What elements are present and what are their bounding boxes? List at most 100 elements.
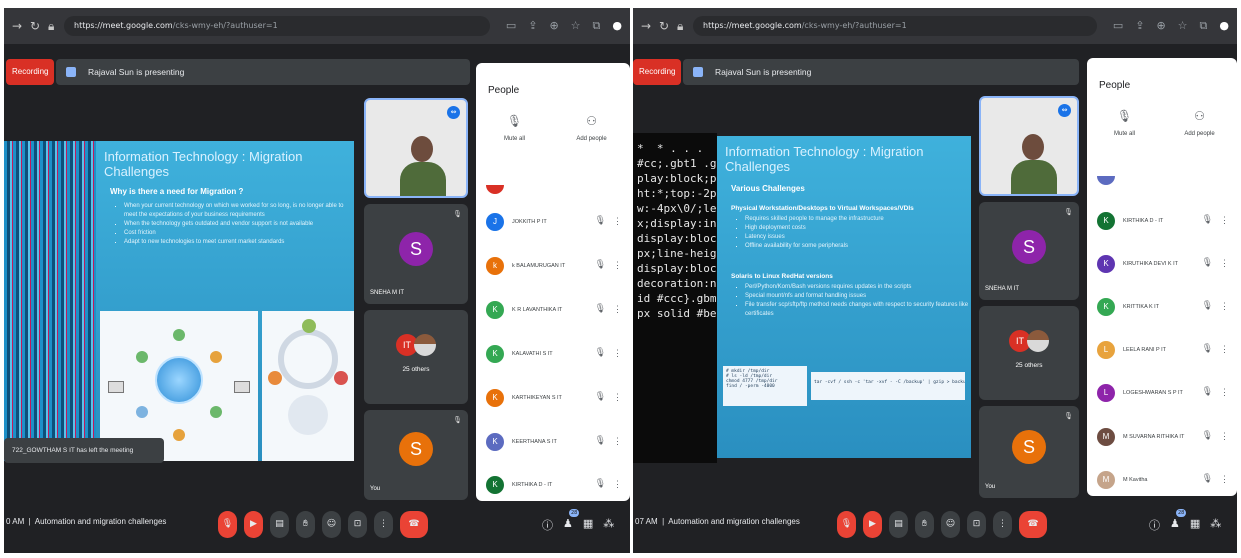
more-options-icon[interactable]: ⋮ — [613, 304, 622, 315]
participant-row[interactable]: J JOKKITH P IT 🎙︎ ⋮ — [486, 213, 624, 235]
more-options-icon[interactable]: ⋮ — [613, 348, 622, 359]
end-call-icon[interactable]: ☎ — [400, 511, 428, 538]
participant-row[interactable]: L LOGESHWARAN S P IT 🎙︎ ⋮ — [1097, 384, 1231, 406]
mic-off-icon[interactable]: 🎙︎ — [595, 479, 606, 489]
more-options-icon[interactable]: ⋮ — [1220, 258, 1229, 269]
chat-icon[interactable]: ▦ — [1190, 517, 1200, 533]
forward-icon[interactable]: → — [12, 19, 22, 33]
participant-row[interactable]: K KRITTIKA K IT 🎙︎ ⋮ — [1097, 298, 1231, 320]
participant-row[interactable]: K K R LAVANTHIKA IT 🎙︎ ⋮ — [486, 301, 624, 323]
participant-row[interactable]: K KIRTHIKA D - IT 🎙︎ ⋮ — [1097, 212, 1231, 234]
present-screen-icon[interactable]: ⊡ — [967, 511, 986, 538]
participant-tile-sneha[interactable]: 🎙︎ S SNEHA M IT — [979, 202, 1079, 300]
others-tile[interactable]: IT 25 others — [979, 306, 1079, 400]
mic-off-icon[interactable]: 🎙︎ — [1202, 301, 1213, 311]
emoji-icon[interactable]: ☺ — [322, 511, 341, 538]
address-bar[interactable]: https://meet.google.com/cks-wmy-eh/?auth… — [693, 16, 1097, 36]
more-options-icon[interactable]: ⋮ — [613, 216, 622, 227]
lock-icon[interactable]: 🔒︎ — [48, 19, 54, 34]
participant-row[interactable]: K KARTHIKEYAN S IT 🎙︎ ⋮ — [486, 389, 624, 411]
mic-off-icon[interactable]: 🎙︎ — [1202, 215, 1213, 225]
present-screen-icon[interactable]: ⊡ — [348, 511, 367, 538]
end-call-icon[interactable]: ☎ — [1019, 511, 1047, 538]
people-icon[interactable]: ♟ 28 — [563, 509, 580, 533]
self-tile[interactable]: 🎙︎ S You — [364, 410, 468, 500]
more-options-icon[interactable]: ⋮ — [613, 260, 622, 271]
zoom-icon[interactable]: ⊕ — [549, 19, 558, 33]
mic-off-icon[interactable]: 🎙︎ — [595, 260, 606, 270]
lock-icon[interactable]: 🔒︎ — [677, 19, 683, 34]
forward-icon[interactable]: → — [641, 19, 651, 33]
pin-icon[interactable]: ⇔ — [1058, 104, 1071, 117]
more-options-icon[interactable]: ⋮ — [1220, 344, 1229, 355]
participant-row[interactable]: K KIRUTHIKA DEVI K IT 🎙︎ ⋮ — [1097, 255, 1231, 277]
mic-off-icon[interactable]: 🎙︎ — [595, 216, 606, 226]
more-options-icon[interactable]: ⋮ — [1220, 301, 1229, 312]
mic-toggle-icon[interactable]: 🎙︎ — [837, 511, 856, 538]
captions-icon[interactable]: ▤ — [270, 511, 289, 538]
participant-row[interactable]: L LEELA RANI P IT 🎙︎ ⋮ — [1097, 341, 1231, 363]
captions-icon[interactable]: ▤ — [889, 511, 908, 538]
participant-row[interactable]: k k BALAMURUGAN IT 🎙︎ ⋮ — [486, 257, 624, 279]
more-options-icon[interactable]: ⋮ — [1220, 215, 1229, 226]
more-options-icon[interactable]: ⋮ — [1220, 474, 1229, 485]
star-icon[interactable]: ☆ — [1178, 19, 1188, 33]
mic-off-icon[interactable]: 🎙︎ — [595, 304, 606, 314]
more-options-icon[interactable]: ⋮ — [993, 511, 1012, 538]
pin-icon[interactable]: ⇔ — [447, 106, 460, 119]
chat-icon[interactable]: ▦ — [583, 517, 593, 533]
activities-icon[interactable]: ⁂ — [603, 517, 614, 533]
raise-hand-icon[interactable]: ✋︎ — [915, 511, 934, 538]
reload-icon[interactable]: ↻ — [659, 19, 669, 33]
camera-icon[interactable]: ▭ — [1113, 19, 1123, 33]
camera-icon[interactable]: ▭ — [506, 19, 516, 33]
activities-icon[interactable]: ⁂ — [1210, 517, 1221, 533]
mic-off-icon[interactable]: 🎙︎ — [595, 392, 606, 402]
mic-off-icon[interactable]: 🎙︎ — [1202, 258, 1213, 268]
mic-off-icon[interactable]: 🎙︎ — [1202, 387, 1213, 397]
emoji-icon[interactable]: ☺ — [941, 511, 960, 538]
extensions-icon[interactable]: ⧉ — [593, 19, 601, 33]
participant-row[interactable]: K KEERTHANA S IT 🎙︎ ⋮ — [486, 433, 624, 455]
star-icon[interactable]: ☆ — [571, 19, 581, 33]
more-options-icon[interactable]: ⋮ — [613, 436, 622, 447]
info-icon[interactable]: ⓘ — [1149, 517, 1160, 533]
presenter-video-tile[interactable]: ⇔ — [979, 96, 1079, 196]
participant-row[interactable]: K KIRTHIKA D - IT 🎙︎ ⋮ — [486, 476, 624, 498]
more-options-icon[interactable]: ⋮ — [374, 511, 393, 538]
address-bar[interactable]: https://meet.google.com/cks-wmy-eh/?auth… — [64, 16, 490, 36]
mic-off-icon[interactable]: 🎙︎ — [595, 348, 606, 358]
share-icon[interactable]: ⇪ — [1135, 19, 1144, 33]
mic-off-icon[interactable]: 🎙︎ — [1202, 431, 1213, 441]
profile-icon[interactable]: ● — [612, 19, 622, 33]
more-options-icon[interactable]: ⋮ — [613, 392, 622, 403]
mute-all-button[interactable]: 🎙︎ Mute all — [485, 114, 545, 142]
reload-icon[interactable]: ↻ — [30, 19, 40, 33]
profile-icon[interactable]: ● — [1219, 19, 1229, 33]
more-options-icon[interactable]: ⋮ — [1220, 387, 1229, 398]
self-tile[interactable]: 🎙︎ S You — [979, 406, 1079, 498]
mic-off-icon[interactable]: 🎙︎ — [1202, 474, 1213, 484]
mic-off-icon[interactable]: 🎙︎ — [1202, 344, 1213, 354]
presenter-video-tile[interactable]: ⇔ — [364, 98, 468, 198]
camera-toggle-icon[interactable]: ▶ — [244, 511, 263, 538]
mic-off-icon[interactable]: 🎙︎ — [595, 436, 606, 446]
camera-toggle-icon[interactable]: ▶ — [863, 511, 882, 538]
people-icon[interactable]: ♟ 28 — [1170, 509, 1187, 533]
participant-row[interactable]: K KALAVATHI S IT 🎙︎ ⋮ — [486, 345, 624, 367]
more-options-icon[interactable]: ⋮ — [1220, 431, 1229, 442]
mic-toggle-icon[interactable]: 🎙︎ — [218, 511, 237, 538]
others-tile[interactable]: IT 25 others — [364, 310, 468, 404]
more-options-icon[interactable]: ⋮ — [613, 479, 622, 490]
mute-all-button[interactable]: 🎙︎ Mute all — [1095, 109, 1155, 137]
participant-row[interactable]: M M SUVARNA RITHIKA IT 🎙︎ ⋮ — [1097, 428, 1231, 450]
add-people-button[interactable]: ⚇ Add people — [562, 114, 622, 142]
zoom-icon[interactable]: ⊕ — [1156, 19, 1165, 33]
participant-tile-sneha[interactable]: 🎙︎ S SNEHA M IT — [364, 204, 468, 304]
raise-hand-icon[interactable]: ✋︎ — [296, 511, 315, 538]
info-icon[interactable]: ⓘ — [542, 517, 553, 533]
participant-row[interactable]: M M Kavitha 🎙︎ ⋮ — [1097, 471, 1231, 493]
add-people-button[interactable]: ⚇ Add people — [1170, 109, 1230, 137]
extensions-icon[interactable]: ⧉ — [1200, 19, 1208, 33]
share-icon[interactable]: ⇪ — [528, 19, 537, 33]
